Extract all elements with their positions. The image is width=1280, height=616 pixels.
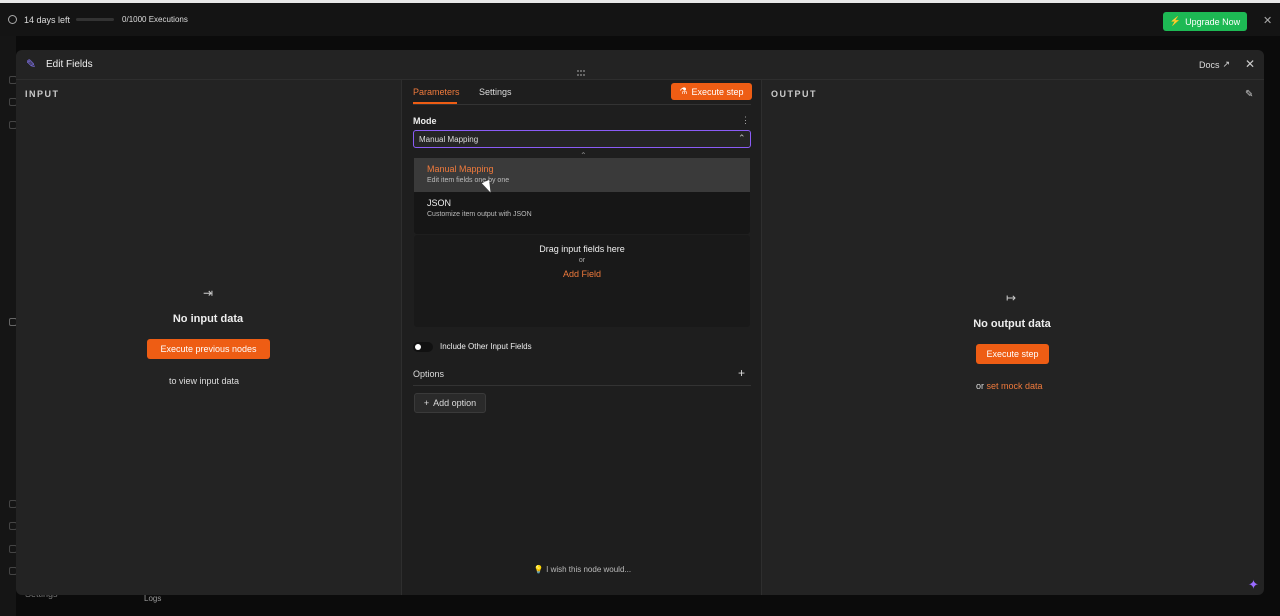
executions-progress-bar	[76, 18, 115, 21]
option-json[interactable]: JSON Customize item output with JSON	[414, 192, 750, 226]
option-manual-mapping[interactable]: Manual Mapping Edit item fields one by o…	[414, 158, 750, 195]
add-field-link[interactable]: Add Field	[414, 269, 750, 279]
output-label: OUTPUT	[771, 89, 817, 99]
add-option-button[interactable]: + Add option	[414, 393, 486, 413]
tab-parameters[interactable]: Parameters	[413, 87, 460, 97]
lightbulb-icon: 💡	[533, 565, 544, 574]
tab-settings[interactable]: Settings	[479, 87, 512, 97]
feedback-link[interactable]: 💡 I wish this node would...	[402, 565, 763, 574]
edit-fields-modal: ✎ Edit Fields Docs ↗ ✕ INPUT ⇥ No input …	[16, 50, 1264, 595]
options-label: Options	[413, 369, 445, 379]
pencil-icon[interactable]: ✎	[1245, 89, 1253, 100]
option-description: Edit item fields one by one	[427, 177, 510, 184]
input-hint: to view input data	[169, 376, 240, 386]
modal-title: Edit Fields	[46, 59, 93, 70]
or-text: or	[976, 381, 985, 391]
executions-count: 0/1000 Executions	[122, 15, 188, 24]
close-icon[interactable]: ✕	[1263, 14, 1272, 27]
docs-link[interactable]: Docs ↗	[1199, 59, 1230, 70]
clock-icon	[8, 15, 17, 24]
no-input-title: No input data	[172, 313, 244, 325]
fields-drop-zone[interactable]: Drag input fields here or Add Field	[414, 235, 750, 327]
mode-select[interactable]: Manual Mapping ⌃	[413, 130, 751, 148]
feedback-label: I wish this node would...	[546, 565, 632, 574]
lightning-icon: ⚡	[1169, 16, 1182, 26]
upgrade-now-label: Upgrade Now	[1185, 16, 1241, 27]
no-output-title: No output data	[973, 318, 1051, 330]
input-label: INPUT	[25, 89, 60, 99]
mode-dropdown: Manual Mapping Edit item fields one by o…	[414, 158, 750, 234]
set-mock-data-link[interactable]: set mock data	[987, 381, 1043, 391]
tabs-divider	[413, 104, 751, 105]
include-other-fields-label: Include Other Input Fields	[440, 342, 532, 351]
mode-label: Mode	[413, 116, 437, 126]
arrow-from-left-icon: ↦	[1006, 291, 1017, 305]
input-panel: INPUT ⇥ No input data Execute previous n…	[16, 80, 401, 595]
edit-icon: ✎	[26, 57, 37, 71]
drag-handle-icon[interactable]	[577, 70, 585, 76]
add-option-label: Add option	[433, 398, 477, 408]
mock-data-hint: or set mock data	[976, 381, 1043, 391]
flask-icon: ⚗	[679, 86, 688, 96]
plus-icon: +	[423, 398, 430, 408]
more-options-icon[interactable]: ⋮	[741, 115, 750, 126]
ai-assistant-icon[interactable]: ✦	[1248, 577, 1259, 593]
option-title: Manual Mapping	[427, 164, 494, 174]
execute-previous-nodes-button[interactable]: Execute previous nodes	[147, 339, 270, 359]
arrow-to-right-icon: ⇥	[203, 286, 214, 300]
modal-header: ✎ Edit Fields Docs ↗ ✕	[16, 50, 1264, 80]
execute-step-label: Execute step	[691, 86, 744, 97]
execute-step-button[interactable]: ⚗ Execute step	[671, 83, 752, 100]
upgrade-now-button[interactable]: ⚡ Upgrade Now	[1163, 12, 1247, 31]
option-title: JSON	[427, 198, 452, 208]
external-link-icon: ↗	[1222, 59, 1231, 69]
drop-zone-or: or	[578, 257, 586, 264]
output-panel: OUTPUT ✎ ↦ No output data Execute step o…	[762, 80, 1264, 595]
execute-step-output-button[interactable]: Execute step	[976, 344, 1049, 364]
option-description: Customize item output with JSON	[427, 211, 532, 218]
drop-zone-title: Drag input fields here	[539, 244, 625, 254]
trial-days-left: 14 days left	[24, 14, 71, 25]
close-modal-icon[interactable]: ✕	[1245, 57, 1255, 71]
docs-label: Docs	[1199, 59, 1220, 70]
trial-banner: 14 days left 0/1000 Executions ⚡ Upgrade…	[0, 0, 1280, 36]
chevron-up-icon: ⌃	[738, 133, 746, 143]
logs-tab[interactable]: Logs	[144, 594, 161, 603]
plus-icon[interactable]: +	[738, 366, 745, 380]
include-other-fields-toggle[interactable]	[413, 342, 433, 352]
options-divider	[413, 385, 751, 386]
mode-select-value: Manual Mapping	[419, 135, 479, 144]
parameters-panel: Parameters Settings ⚗ Execute step Mode …	[401, 80, 762, 595]
